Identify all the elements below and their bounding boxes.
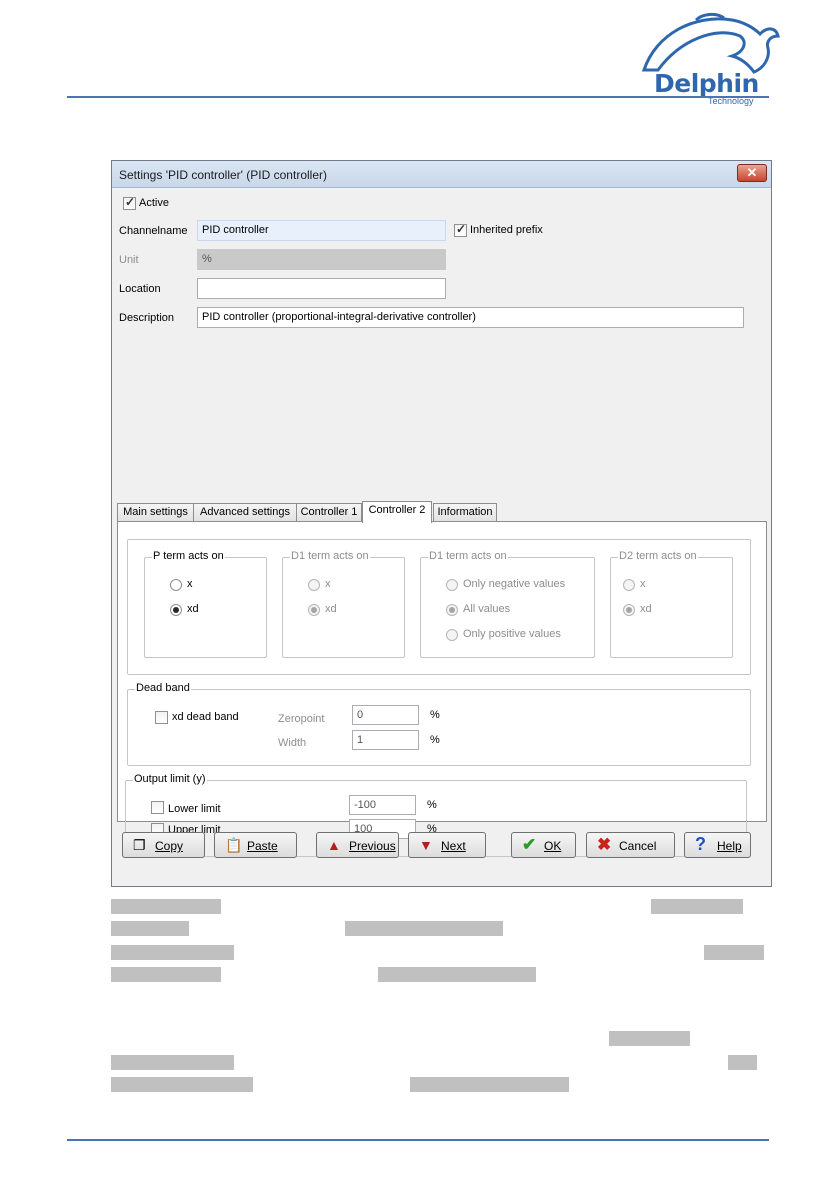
dead-band-group: Dead band xd dead band Zeropoint 0 % Wid…	[127, 682, 751, 766]
redacted-text	[609, 1031, 690, 1046]
p-term-group: P term acts on x xd	[144, 550, 267, 658]
d2-term-x-label: x	[640, 578, 646, 590]
d1-term-x-label: x	[325, 578, 331, 590]
d1-term-group: D1 term acts on x xd	[282, 550, 405, 658]
help-icon: ?	[695, 834, 706, 854]
location-input[interactable]	[197, 278, 446, 299]
d1-term-title: D1 term acts on	[290, 550, 370, 562]
width-unit: %	[430, 734, 440, 746]
inherited-prefix-label: Inherited prefix	[470, 224, 543, 236]
settings-dialog: Settings 'PID controller' (PID controlle…	[111, 160, 772, 887]
close-button[interactable]: ✕	[737, 164, 767, 182]
dead-band-title: Dead band	[135, 682, 191, 694]
lower-limit-unit: %	[427, 799, 437, 811]
width-input[interactable]: 1	[352, 730, 419, 750]
cancel-button[interactable]: ✖ Cancel	[586, 832, 675, 858]
p-term-x-radio[interactable]	[170, 579, 182, 591]
d1-positive-radio[interactable]	[446, 629, 458, 641]
d1-all-radio[interactable]	[446, 604, 458, 616]
header-rule	[67, 96, 769, 98]
footer-rule	[67, 1139, 769, 1141]
tab-controller-1[interactable]: Controller 1	[296, 503, 362, 522]
redacted-text	[345, 921, 503, 936]
redacted-text	[111, 967, 221, 982]
tab-advanced-settings[interactable]: Advanced settings	[193, 503, 297, 522]
d1-term-xd-label: xd	[325, 603, 337, 615]
p-term-xd-label: xd	[187, 603, 199, 615]
cross-icon: ✖	[597, 835, 612, 854]
xd-dead-band-checkbox[interactable]	[155, 711, 168, 724]
d1-positive-label: Only positive values	[463, 628, 561, 640]
paste-button[interactable]: 📋 Paste	[214, 832, 297, 858]
output-limit-title: Output limit (y)	[133, 773, 207, 785]
tab-information[interactable]: Information	[433, 503, 497, 522]
redacted-text	[111, 1055, 234, 1070]
dialog-client: Active Channelname PID controller Inheri…	[112, 189, 771, 886]
close-icon: ✕	[746, 165, 758, 180]
channelname-label: Channelname	[119, 225, 188, 237]
redacted-text	[410, 1077, 569, 1092]
paste-icon: 📋	[225, 837, 243, 853]
d1-term-xd-radio[interactable]	[308, 604, 320, 616]
d1-values-title: D1 term acts on	[428, 550, 508, 562]
redacted-text	[111, 921, 189, 936]
description-label: Description	[119, 312, 175, 324]
zeropoint-label: Zeropoint	[278, 713, 325, 725]
d2-term-xd-radio[interactable]	[623, 604, 635, 616]
logo-wordmark: Delphin	[654, 69, 759, 98]
copy-icon: ❐	[133, 837, 146, 853]
d1-negative-label: Only negative values	[463, 578, 566, 590]
next-button[interactable]: ▼ Next	[408, 832, 486, 858]
redacted-text	[704, 945, 764, 960]
location-label: Location	[119, 283, 161, 295]
controller-2-panel: P term acts on x xd D1 term acts on x xd…	[117, 521, 767, 857]
arrow-down-icon: ▼	[419, 837, 433, 853]
p-term-x-label: x	[187, 578, 193, 590]
redacted-text	[651, 899, 743, 914]
description-input[interactable]: PID controller (proportional-integral-de…	[197, 307, 744, 328]
p-term-title: P term acts on	[152, 550, 225, 562]
width-label: Width	[278, 737, 307, 749]
arrow-up-icon: ▲	[327, 837, 341, 853]
d1-values-group: D1 term acts on Only negative values All…	[420, 550, 595, 658]
zeropoint-unit: %	[430, 709, 440, 721]
lower-limit-checkbox[interactable]	[151, 801, 164, 814]
d1-all-label: All values	[463, 603, 511, 615]
active-label: Active	[139, 197, 169, 209]
active-checkbox[interactable]	[123, 195, 136, 210]
zeropoint-input[interactable]: 0	[352, 705, 419, 725]
checkmark-icon: ✔	[522, 835, 537, 854]
d1-negative-radio[interactable]	[446, 579, 458, 591]
p-term-xd-radio[interactable]	[170, 604, 182, 616]
d2-term-title: D2 term acts on	[618, 550, 698, 562]
lower-limit-label: Lower limit	[168, 803, 221, 815]
tab-main-settings[interactable]: Main settings	[117, 503, 194, 522]
help-button[interactable]: ? Help	[684, 832, 751, 858]
dialog-titlebar: Settings 'PID controller' (PID controlle…	[112, 161, 771, 188]
xd-dead-band-label: xd dead band	[172, 711, 239, 723]
d2-term-group: D2 term acts on x xd	[610, 550, 733, 658]
redacted-text	[111, 945, 234, 960]
d2-term-xd-label: xd	[640, 603, 652, 615]
unit-input[interactable]: %	[197, 249, 446, 270]
d1-term-x-radio[interactable]	[308, 579, 320, 591]
inherited-prefix-checkbox[interactable]	[454, 222, 467, 237]
channelname-input[interactable]: PID controller	[197, 220, 446, 241]
redacted-text	[728, 1055, 757, 1070]
lower-limit-input[interactable]: -100	[349, 795, 416, 815]
dialog-title: Settings 'PID controller' (PID controlle…	[119, 168, 327, 182]
d2-term-x-radio[interactable]	[623, 579, 635, 591]
ok-button[interactable]: ✔ OK	[511, 832, 576, 858]
redacted-text	[111, 899, 221, 914]
previous-button[interactable]: ▲ Previous	[316, 832, 399, 858]
delphin-logo: Delphin Technology	[636, 12, 786, 108]
tab-controller-2[interactable]: Controller 2	[362, 501, 432, 523]
unit-label: Unit	[119, 254, 139, 266]
redacted-text	[111, 1077, 253, 1092]
redacted-text	[378, 967, 536, 982]
copy-button[interactable]: ❐ Copy	[122, 832, 205, 858]
